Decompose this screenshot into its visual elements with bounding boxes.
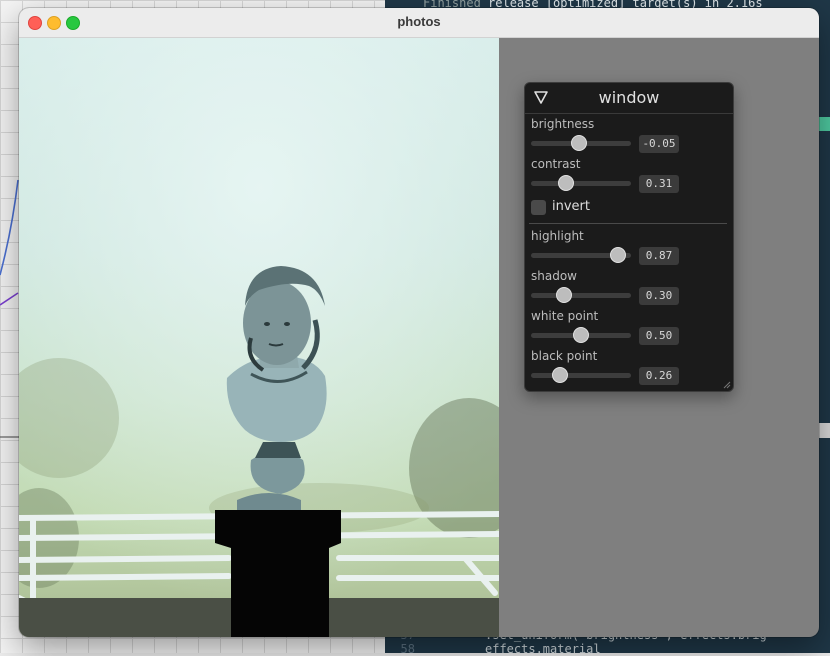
panel-separator <box>529 223 727 224</box>
highlight-slider[interactable] <box>531 247 631 263</box>
brightness-label: brightness <box>531 117 595 131</box>
terminal-highlight <box>818 117 830 131</box>
panel-title: window <box>598 88 660 107</box>
shadow-slider-handle[interactable] <box>556 287 572 303</box>
code-text: effects.material <box>485 642 601 656</box>
highlight-slider-handle[interactable] <box>610 247 626 263</box>
bust-photo-image <box>19 38 499 637</box>
black-point-slider-handle[interactable] <box>552 367 568 383</box>
code-line: 58 effects.material <box>385 642 601 656</box>
photos-window: photos window brightness -0.05 contrast … <box>19 8 819 637</box>
panel-header[interactable]: window <box>525 83 733 114</box>
white-point-value[interactable]: 0.50 <box>639 327 679 345</box>
brightness-value[interactable]: -0.05 <box>639 135 679 153</box>
white-point-label: white point <box>531 309 599 323</box>
black-point-label: black point <box>531 349 598 363</box>
title-bar[interactable]: photos <box>19 8 819 38</box>
contrast-slider[interactable] <box>531 175 631 191</box>
highlight-label: highlight <box>531 229 584 243</box>
contrast-label: contrast <box>531 157 581 171</box>
effects-panel: window brightness -0.05 contrast 0.31 in… <box>524 82 734 392</box>
black-point-slider[interactable] <box>531 367 631 383</box>
window-title: photos <box>397 14 441 29</box>
resize-grip-icon[interactable] <box>721 379 731 389</box>
contrast-slider-handle[interactable] <box>557 175 574 191</box>
line-number: 58 <box>400 642 415 656</box>
highlight-value[interactable]: 0.87 <box>639 247 679 265</box>
white-point-slider[interactable] <box>531 327 631 343</box>
invert-checkbox[interactable] <box>531 200 546 215</box>
shadow-slider[interactable] <box>531 287 631 303</box>
contrast-value[interactable]: 0.31 <box>639 175 679 193</box>
brightness-slider-handle[interactable] <box>570 135 587 151</box>
brightness-slider[interactable] <box>531 135 631 151</box>
black-point-value[interactable]: 0.26 <box>639 367 679 385</box>
shadow-label: shadow <box>531 269 577 283</box>
photo-canvas[interactable] <box>19 38 499 637</box>
white-point-slider-handle[interactable] <box>573 327 589 343</box>
invert-label[interactable]: invert <box>552 199 590 214</box>
shadow-value[interactable]: 0.30 <box>639 287 679 305</box>
terminal-scroll-marker <box>818 423 830 438</box>
